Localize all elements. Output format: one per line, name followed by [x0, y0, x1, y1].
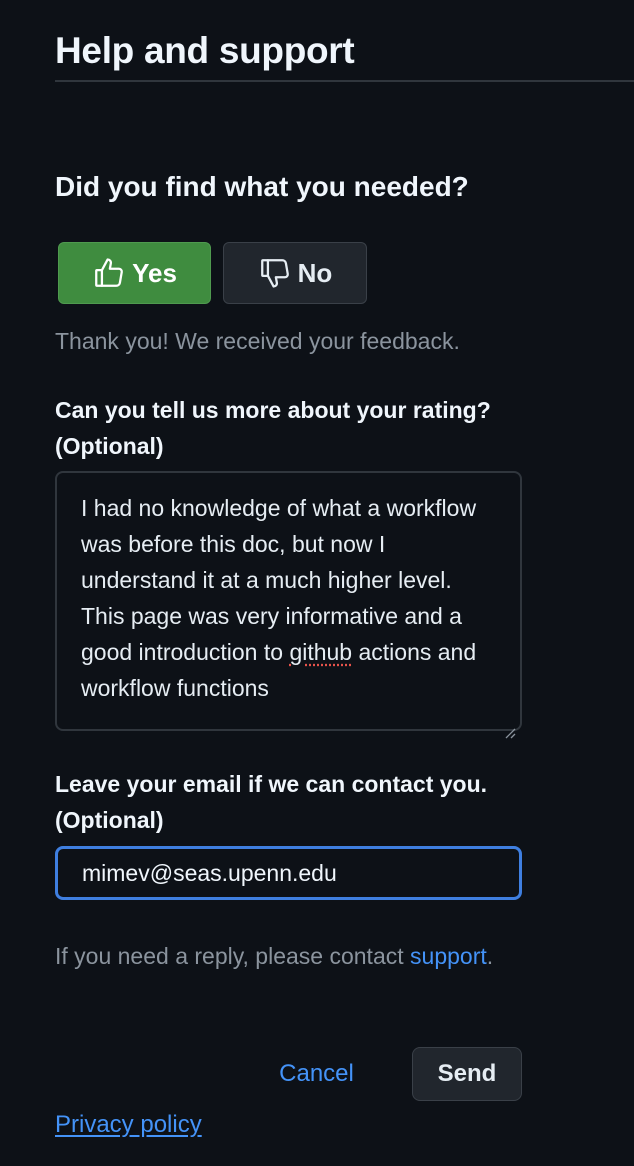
email-field[interactable]: mimev@seas.upenn.edu: [55, 846, 522, 900]
email-label: Leave your email if we can contact you. …: [55, 766, 575, 838]
comment-misspelled-word: github: [289, 639, 353, 665]
thumbs-up-icon: [92, 256, 126, 290]
no-label: No: [297, 257, 333, 288]
page-title: Help and support: [55, 30, 355, 71]
rating-comment-label: Can you tell us more about your rating? …: [55, 392, 575, 464]
cancel-button[interactable]: Cancel: [270, 1047, 363, 1101]
reply-note-text: If you need a reply, please contact: [55, 943, 411, 969]
title-divider: [55, 80, 634, 82]
no-button[interactable]: No: [223, 242, 367, 304]
email-label-text: Leave your email if we can contact you.: [55, 771, 488, 797]
yes-label: Yes: [132, 257, 177, 288]
thanks-message: Thank you! We received your feedback.: [55, 328, 460, 354]
help-support-panel: Help and support Did you find what you n…: [0, 0, 634, 1166]
feedback-question: Did you find what you needed?: [55, 171, 469, 202]
email-optional: (Optional): [55, 807, 164, 833]
send-button[interactable]: Send: [412, 1047, 522, 1101]
rating-comment-label-text: Can you tell us more about your rating?: [55, 397, 491, 423]
reply-note: If you need a reply, please contact supp…: [55, 935, 495, 977]
thumbs-down-icon: [258, 256, 292, 290]
rating-comment-textarea[interactable]: I had no knowledge of what a workflow wa…: [55, 471, 522, 739]
resize-handle-icon[interactable]: [504, 713, 516, 739]
reply-note-suffix: .: [486, 943, 494, 969]
privacy-policy-link[interactable]: Privacy policy: [55, 1108, 202, 1142]
yes-button[interactable]: Yes: [58, 242, 211, 304]
support-link[interactable]: support: [410, 943, 487, 969]
rating-comment-optional: (Optional): [55, 433, 164, 459]
